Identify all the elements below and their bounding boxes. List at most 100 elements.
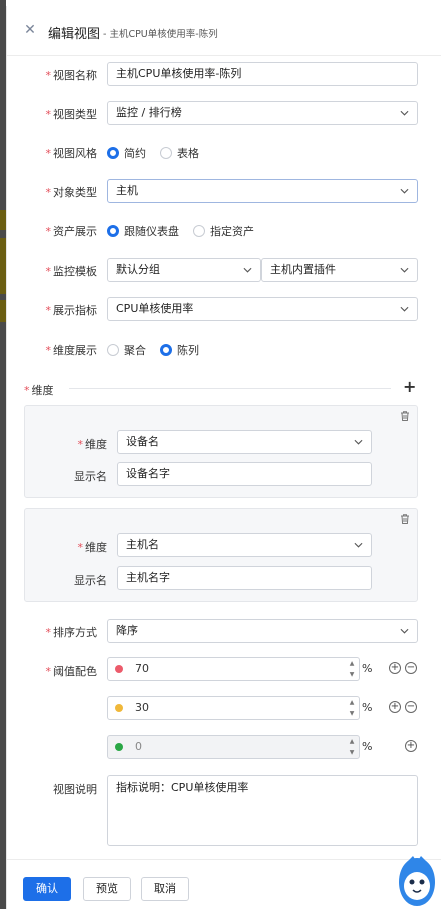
asset-display-option-follow[interactable]: 跟随仪表盘 [107, 223, 179, 239]
color-dot-icon[interactable] [115, 665, 123, 673]
description-textarea[interactable]: 指标说明：CPU单核使用率 [107, 775, 418, 846]
asset-display-radio-group: 跟随仪表盘 指定资产 [107, 223, 254, 239]
cancel-button[interactable]: 取消 [141, 877, 189, 901]
edit-view-drawer: ✕ 编辑视图 - 主机CPU单核使用率-陈列 * 视图名称 主机CPU单核使用率-… [6, 6, 441, 909]
threshold-input-high[interactable]: 70 ▲ ▼ [107, 657, 360, 681]
radio-icon [107, 344, 119, 356]
view-name-input[interactable]: 主机CPU单核使用率-陈列 [107, 62, 418, 86]
drawer-subtitle: - 主机CPU单核使用率-陈列 [103, 29, 218, 40]
radio-icon [160, 344, 172, 356]
display-name-input[interactable]: 主机名字 [117, 566, 372, 590]
chevron-down-icon [399, 298, 409, 320]
radio-label: 跟随仪表盘 [124, 225, 179, 238]
display-metric-value: CPU单核使用率 [116, 302, 194, 315]
radio-icon [107, 225, 119, 237]
sort-select[interactable]: 降序 [107, 619, 418, 643]
percent-unit: % [362, 701, 373, 714]
chevron-down-icon [353, 534, 363, 556]
chevron-down-icon [353, 431, 363, 453]
threshold-value: 70 [135, 662, 149, 675]
percent-unit: % [362, 662, 373, 675]
dimension-select[interactable]: 设备名 [117, 430, 372, 454]
radio-icon [107, 147, 119, 159]
object-type-value: 主机 [116, 184, 138, 197]
spin-down-icon[interactable]: ▼ [350, 709, 355, 718]
monitor-template-group-value: 默认分组 [116, 263, 160, 276]
chevron-down-icon [399, 620, 409, 642]
dimension-value: 主机名 [126, 538, 159, 551]
display-metric-select[interactable]: CPU单核使用率 [107, 297, 418, 321]
section-divider [69, 388, 391, 389]
view-style-option-table[interactable]: 表格 [160, 145, 199, 161]
description-label: 视图说明 [53, 783, 97, 796]
add-dimension-plus-icon[interactable]: + [403, 379, 416, 395]
spin-down-icon[interactable]: ▼ [350, 748, 355, 757]
view-type-value: 监控 / 排行榜 [116, 106, 182, 119]
drawer-title: 编辑视图 [48, 27, 101, 42]
sort-value: 降序 [116, 624, 138, 637]
view-type-select[interactable]: 监控 / 排行榜 [107, 101, 418, 125]
radio-icon [193, 225, 205, 237]
dimension-field-label: * 维度 [77, 438, 108, 451]
radio-label: 指定资产 [210, 225, 254, 238]
percent-unit: % [362, 740, 373, 753]
chevron-down-icon [399, 259, 409, 281]
asset-display-option-specify[interactable]: 指定资产 [193, 223, 254, 239]
display-name-label: 显示名 [74, 470, 107, 483]
radio-label: 聚合 [124, 344, 146, 357]
drawer-footer: 确认 预览 取消 [7, 856, 441, 909]
color-dot-icon[interactable] [115, 743, 123, 751]
confirm-button[interactable]: 确认 [23, 877, 71, 901]
threshold-input-mid[interactable]: 30 ▲ ▼ [107, 696, 360, 720]
dimension-select[interactable]: 主机名 [117, 533, 372, 557]
monitor-template-plugin-value: 主机内置插件 [270, 263, 336, 276]
dimension-section-title: * 维度 [24, 384, 54, 397]
add-circle-icon[interactable]: + [405, 740, 417, 752]
chevron-down-icon [399, 180, 409, 202]
spinner[interactable]: ▲ ▼ [348, 698, 356, 718]
spin-up-icon[interactable]: ▲ [350, 659, 355, 668]
sort-label: * 排序方式 [45, 626, 98, 639]
view-style-radio-group: 简约 表格 [107, 145, 199, 161]
object-type-select[interactable]: 主机 [107, 179, 418, 203]
dimension-display-option-list[interactable]: 陈列 [160, 342, 199, 358]
dimension-card: * 维度 主机名 显示名 主机名字 [24, 508, 418, 602]
view-name-label: * 视图名称 [45, 69, 98, 82]
threshold-label: * 阈值配色 [45, 665, 98, 678]
view-style-option-simple[interactable]: 简约 [107, 145, 146, 161]
monitor-template-group-select[interactable]: 默认分组 [107, 258, 261, 282]
preview-button[interactable]: 预览 [83, 877, 131, 901]
remove-circle-icon[interactable]: − [405, 662, 417, 674]
dimension-value: 设备名 [126, 435, 159, 448]
close-icon[interactable]: ✕ [23, 23, 37, 37]
color-dot-icon[interactable] [115, 704, 123, 712]
chevron-down-icon [242, 259, 252, 281]
spinner[interactable]: ▲ ▼ [348, 737, 356, 757]
add-circle-icon[interactable]: + [389, 701, 401, 713]
radio-label: 简约 [124, 147, 146, 160]
view-type-label: * 视图类型 [45, 108, 98, 121]
radio-icon [160, 147, 172, 159]
display-metric-label: * 展示指标 [45, 304, 98, 317]
radio-label: 表格 [177, 147, 199, 160]
threshold-input-low[interactable]: 0 ▲ ▼ [107, 735, 360, 759]
view-style-label: * 视图风格 [45, 147, 98, 160]
spin-up-icon[interactable]: ▲ [350, 737, 355, 746]
form-body: * 视图名称 主机CPU单核使用率-陈列 * 视图类型 监控 / 排行榜 * 视图风格… [7, 57, 441, 859]
display-name-input[interactable]: 设备名字 [117, 462, 372, 486]
mascot-icon[interactable] [393, 854, 441, 909]
dimension-field-label: * 维度 [77, 541, 108, 554]
trash-icon[interactable] [399, 513, 411, 525]
asset-display-label: * 资产展示 [45, 225, 98, 238]
spinner[interactable]: ▲ ▼ [348, 659, 356, 679]
drawer-header: ✕ 编辑视图 - 主机CPU单核使用率-陈列 [7, 6, 441, 56]
spin-up-icon[interactable]: ▲ [350, 698, 355, 707]
monitor-template-label: * 监控模板 [45, 265, 98, 278]
trash-icon[interactable] [399, 410, 411, 422]
dimension-display-option-aggregate[interactable]: 聚合 [107, 342, 146, 358]
monitor-template-plugin-select[interactable]: 主机内置插件 [261, 258, 418, 282]
spin-down-icon[interactable]: ▼ [350, 670, 355, 679]
display-name-label: 显示名 [74, 574, 107, 587]
add-circle-icon[interactable]: + [389, 662, 401, 674]
remove-circle-icon[interactable]: − [405, 701, 417, 713]
